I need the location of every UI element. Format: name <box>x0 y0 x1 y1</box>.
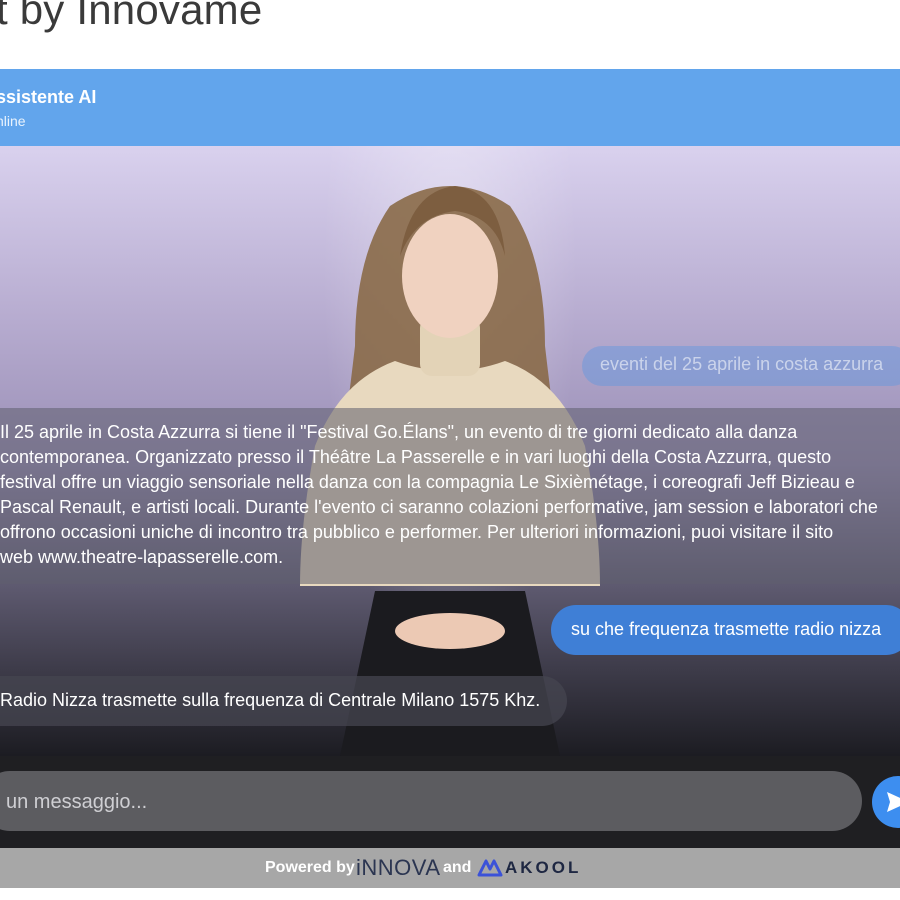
avatar-face <box>402 214 498 338</box>
bot-message-2: Radio Nizza trasmette sulla frequenza di… <box>0 676 567 726</box>
bot-message-1-line: contemporanea. Organizzato presso il Thé… <box>0 447 832 467</box>
user-message-2-text: su che frequenza trasmette radio nizza <box>571 619 882 639</box>
bot-message-1-line: Il 25 aprile in Costa Azzurra si tiene i… <box>0 422 798 442</box>
user-message-1: eventi del 25 aprile in costa azzurra <box>582 346 900 386</box>
bot-message-1-line: Pascal Renault, e artisti locali. Durant… <box>0 497 878 517</box>
avatar-video: eventi del 25 aprile in costa azzurra Il… <box>0 146 900 756</box>
akool-logo-icon <box>477 859 503 877</box>
and-label: and <box>443 859 472 876</box>
bot-message-1: Il 25 aprile in Costa Azzurra si tiene i… <box>0 408 900 584</box>
innova-logo: iNNOVA <box>356 855 441 880</box>
bot-message-1-line: festival offre un viaggio sensoriale nel… <box>0 472 855 492</box>
send-button[interactable] <box>872 776 900 828</box>
avatar-hands <box>395 613 505 649</box>
message-input-container[interactable] <box>0 771 862 833</box>
send-icon <box>887 792 900 812</box>
akool-logo-text: AKOOL <box>505 858 582 877</box>
message-input[interactable] <box>4 771 828 833</box>
bot-message-1-line: offrono occasioni uniche di incontro tra… <box>0 522 834 542</box>
assistant-name: ssistente AI <box>0 87 97 107</box>
chat-header: ssistente AI nline <box>0 69 900 146</box>
assistant-status: nline <box>0 113 26 129</box>
footer: Powered by iNNOVA and AKOOL <box>0 848 900 888</box>
bot-message-1-line: web www.theatre-lapasserelle.com. <box>0 547 284 567</box>
bot-message-2-text: Radio Nizza trasmette sulla frequenza di… <box>0 690 541 710</box>
page-title: t by Innovame <box>0 0 263 33</box>
user-message-1-text: eventi del 25 aprile in costa azzurra <box>600 354 884 374</box>
user-message-2: su che frequenza trasmette radio nizza <box>551 605 900 655</box>
powered-by-label: Powered by <box>265 859 355 876</box>
message-composer <box>0 756 900 848</box>
